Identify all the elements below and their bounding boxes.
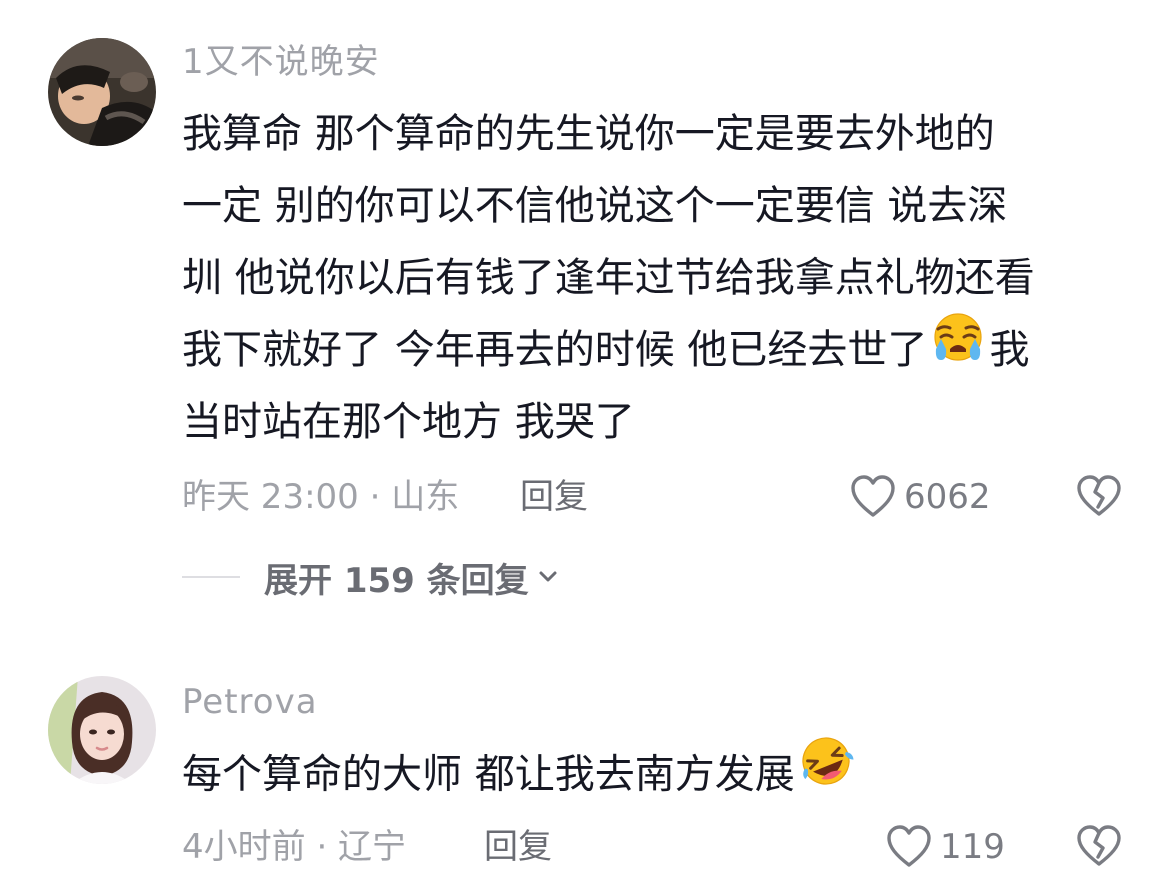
dislike-button[interactable] (1076, 474, 1122, 520)
comment-meta: 昨天 23:00 · 山东 回复 6062 (182, 472, 1122, 522)
comment-username[interactable]: 1又不说晚安 (182, 40, 380, 84)
like-button[interactable]: 119 (886, 822, 1005, 872)
like-count: 6062 (904, 477, 991, 517)
heart-outline-icon (851, 475, 895, 517)
like-count: 119 (940, 827, 1005, 867)
expand-replies-label: 展开 159 条回复 (264, 560, 529, 601)
expand-replies-button[interactable]: 展开 159 条回复 (182, 552, 559, 602)
rolling-on-floor-laughing-icon (796, 734, 856, 811)
comment-text: 每个算命的大师 都让我去南方发展 (182, 737, 857, 810)
comment-text-segment: 每个算命的大师 都让我去南方发展 (182, 751, 795, 798)
comment-text-line: 我下就好了 今年再去的时候 他已经去世了 我 (182, 311, 1035, 386)
comment-text-line: 每个算命的大师 都让我去南方发展 (182, 737, 857, 810)
loudly-crying-face-icon (928, 311, 988, 386)
avatar-image (48, 676, 156, 784)
chevron-down-icon (539, 571, 557, 582)
comment-text-line: 圳 他说你以后有钱了逢年过节给我拿点礼物还看 (182, 255, 1035, 301)
comment-text-line: 我算命 那个算命的先生说你一定是要去外地的 (182, 111, 995, 157)
avatar-image (48, 38, 156, 146)
comment-time-location: 昨天 23:00 · 山东 (182, 477, 460, 517)
comment-text-line: 一定 别的你可以不信他说这个一定要信 说去深 (182, 183, 1008, 229)
dislike-button[interactable] (1076, 824, 1122, 870)
comment-time-location: 4小时前 · 辽宁 (182, 827, 407, 867)
avatar[interactable] (48, 38, 156, 146)
divider (182, 576, 240, 578)
reply-button[interactable]: 回复 (520, 472, 588, 522)
comment-text-line: 当时站在那个地方 我哭了 (182, 399, 635, 445)
broken-heart-icon (1077, 475, 1121, 516)
comment-username[interactable]: Petrova (182, 680, 318, 724)
comment-text-segment: 我 (989, 327, 1030, 373)
like-button[interactable]: 6062 (850, 472, 991, 522)
broken-heart-icon (1077, 825, 1121, 866)
comment-text: 我算命 那个算命的先生说你一定是要去外地的 一定 别的你可以不信他说这个一定要信… (182, 98, 1035, 458)
avatar[interactable] (48, 676, 156, 784)
reply-button[interactable]: 回复 (484, 822, 552, 872)
heart-outline-icon (887, 825, 931, 867)
comment-text-segment: 我下就好了 今年再去的时候 他已经去世了 (182, 327, 928, 373)
comment-meta: 4小时前 · 辽宁 回复 119 (182, 822, 1122, 872)
